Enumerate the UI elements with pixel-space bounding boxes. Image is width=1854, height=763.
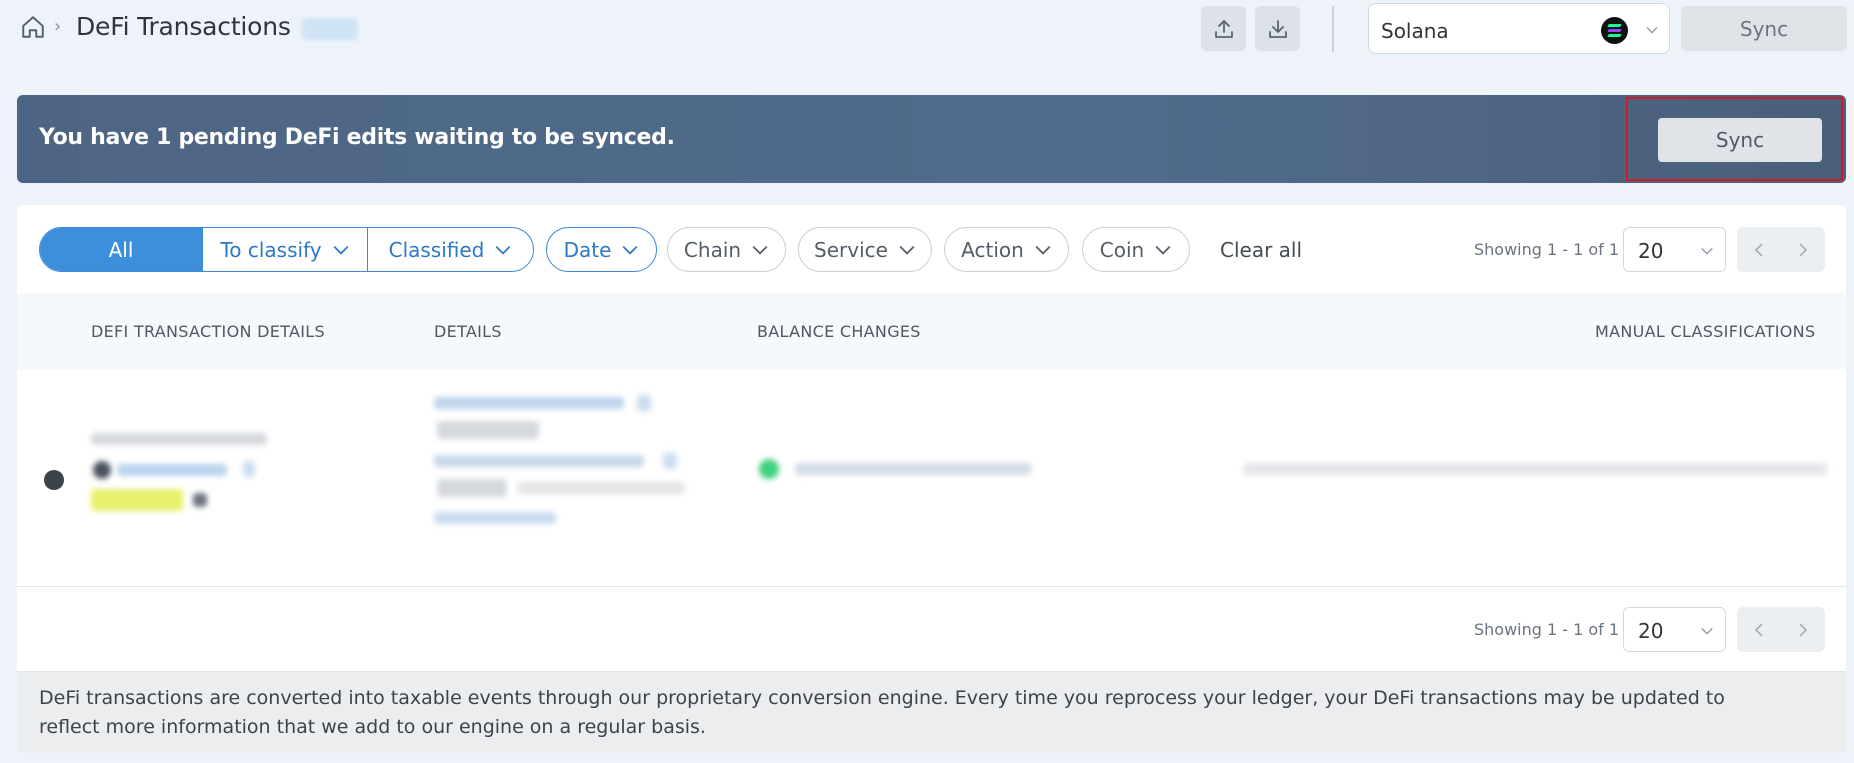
column-header-manual-classifications: MANUAL CLASSIFICATIONS: [1595, 322, 1816, 341]
pagination-showing-bottom: Showing 1 - 1 of 1: [1474, 620, 1620, 639]
clear-all-link[interactable]: Clear all: [1220, 238, 1302, 262]
per-page-select[interactable]: 20: [1623, 227, 1726, 272]
filter-date-label: Date: [563, 237, 612, 262]
redacted-tag: [437, 421, 539, 439]
bottom-pagination: Showing 1 - 1 of 1 20: [17, 587, 1846, 675]
top-sync-button[interactable]: Sync: [1681, 6, 1847, 51]
table-header: DEFI TRANSACTION DETAILS DETAILS BALANCE…: [17, 293, 1846, 369]
column-header-details: DETAILS: [434, 322, 502, 341]
chain-select-value: Solana: [1381, 19, 1449, 43]
filter-chain-label: Chain: [683, 237, 742, 262]
chevron-down-icon: [1155, 245, 1171, 255]
banner-message: You have 1 pending DeFi edits waiting to…: [39, 125, 675, 150]
filter-all-label: All: [108, 237, 134, 262]
redacted-action-tag: [437, 479, 507, 497]
filter-bar: All To classify Classified Date Chain Se…: [17, 205, 1846, 293]
filter-action[interactable]: Action: [944, 227, 1069, 272]
chevron-down-icon: [1701, 627, 1713, 635]
chevron-down-icon: [899, 245, 915, 255]
chevron-down-icon: [623, 245, 638, 255]
external-link-icon[interactable]: [663, 453, 677, 469]
transaction-count-badge: [302, 18, 358, 40]
per-page-value: 20: [1638, 239, 1664, 263]
chevron-left-icon: [1754, 622, 1763, 637]
previous-page-button-bottom[interactable]: [1737, 607, 1781, 652]
page-title: DeFi Transactions: [76, 12, 291, 41]
next-page-button-bottom[interactable]: [1781, 607, 1825, 652]
redacted-balance-change: [795, 463, 1031, 475]
solana-logo-icon: [1601, 17, 1628, 44]
home-icon[interactable]: [20, 14, 46, 40]
pager-bottom: [1737, 607, 1825, 652]
import-button[interactable]: [1255, 6, 1300, 51]
redacted-address[interactable]: [434, 397, 624, 409]
banner-sync-button[interactable]: Sync: [1658, 118, 1822, 162]
pending-edits-banner: You have 1 pending DeFi edits waiting to…: [17, 95, 1846, 183]
toolbar-divider: [1332, 6, 1334, 52]
balance-change-icon: [759, 459, 779, 479]
external-link-icon[interactable]: [243, 461, 255, 477]
transactions-card: All To classify Classified Date Chain Se…: [17, 205, 1846, 753]
edit-icon[interactable]: [193, 493, 207, 507]
chevron-right-icon: [1799, 242, 1808, 257]
filter-action-label: Action: [961, 237, 1024, 262]
redacted-action-detail: [517, 482, 685, 494]
filter-chain[interactable]: Chain: [667, 227, 786, 272]
redacted-timestamp: [91, 433, 267, 445]
footer-note-text: DeFi transactions are converted into tax…: [39, 687, 1725, 738]
chevron-down-icon: [1701, 247, 1713, 255]
filter-to-classify-label: To classify: [220, 237, 322, 262]
pagination-showing: Showing 1 - 1 of 1: [1474, 240, 1620, 259]
chevron-down-icon: [1646, 26, 1658, 34]
export-button[interactable]: [1201, 6, 1246, 51]
chevron-down-icon: [496, 245, 511, 255]
chain-icon: [44, 470, 64, 490]
chevron-down-icon: [333, 245, 348, 255]
external-link-icon[interactable]: [637, 395, 651, 411]
filter-date[interactable]: Date: [546, 227, 657, 272]
download-icon: [1268, 19, 1287, 38]
breadcrumb-separator: ›: [54, 16, 62, 37]
chain-select[interactable]: Solana: [1368, 3, 1670, 54]
chevron-right-icon: [1799, 622, 1808, 637]
next-page-button[interactable]: [1781, 227, 1825, 272]
table-row[interactable]: [17, 369, 1846, 587]
redacted-program[interactable]: [434, 455, 644, 467]
filter-service[interactable]: Service: [798, 227, 932, 272]
column-header-balance-changes: BALANCE CHANGES: [757, 322, 921, 341]
filter-to-classify[interactable]: To classify: [203, 228, 368, 271]
chevron-down-icon: [1035, 245, 1051, 255]
redacted-status-badge: [91, 489, 183, 511]
top-bar: › DeFi Transactions Solana Sync: [0, 0, 1854, 58]
classification-filter: All To classify Classified: [39, 227, 534, 272]
previous-page-button[interactable]: [1737, 227, 1781, 272]
filter-service-label: Service: [814, 237, 888, 262]
filter-classified[interactable]: Classified: [368, 228, 533, 271]
filter-all[interactable]: All: [40, 228, 203, 271]
show-more-link[interactable]: [434, 512, 556, 524]
per-page-value-bottom: 20: [1638, 619, 1664, 643]
redacted-tx-hash[interactable]: [117, 464, 227, 476]
column-header-defi-details: DEFI TRANSACTION DETAILS: [91, 322, 325, 341]
upload-icon: [1214, 19, 1233, 38]
footer-note: DeFi transactions are converted into tax…: [17, 671, 1846, 753]
chevron-left-icon: [1754, 242, 1763, 257]
pager: [1737, 227, 1825, 272]
redacted-token-icon: [93, 461, 111, 479]
filter-coin-label: Coin: [1099, 237, 1145, 262]
filter-classified-label: Classified: [388, 237, 485, 262]
banner-sync-highlight: Sync: [1626, 97, 1843, 181]
redacted-classification-note: [1243, 463, 1827, 475]
per-page-select-bottom[interactable]: 20: [1623, 607, 1726, 652]
filter-coin[interactable]: Coin: [1082, 227, 1190, 272]
chevron-down-icon: [752, 245, 768, 255]
